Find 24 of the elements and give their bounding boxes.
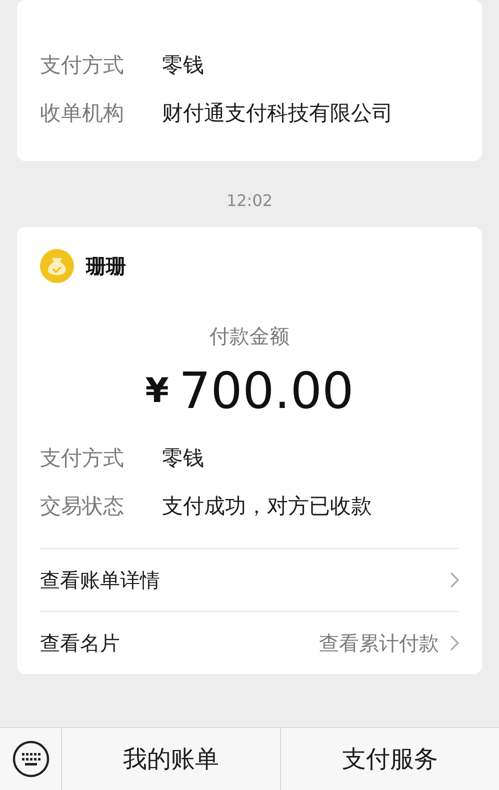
amount-label: 付款金额 — [210, 323, 290, 350]
payee-name: 珊珊 — [86, 252, 126, 280]
link-label: 查看账单详情 — [40, 566, 161, 594]
menu-button[interactable]: 我的账单 — [62, 728, 281, 790]
currency-symbol: ¥ — [145, 371, 169, 411]
chevron-right-icon — [449, 634, 459, 652]
keyboard-icon — [12, 740, 50, 778]
field-label: 交易状态 — [40, 493, 125, 520]
link-label: 查看名片 — [40, 630, 121, 656]
detail-link[interactable]: 查看名片 查看累计付款 — [40, 611, 459, 674]
detail-link[interactable]: 查看账单详情 — [40, 548, 459, 611]
menu-button[interactable]: 支付服务 — [281, 728, 499, 790]
field-value: 零钱 — [162, 445, 204, 472]
money-bag-icon — [40, 249, 74, 283]
link-extra: 查看累计付款 — [319, 630, 439, 656]
field-value: 支付成功，对方已收款 — [162, 493, 372, 520]
field-value: 零钱 — [162, 52, 204, 79]
field-value: 财付通支付科技有限公司 — [162, 100, 393, 127]
timestamp: 12:02 — [226, 191, 273, 210]
payment-amount: 700.00 — [178, 362, 354, 420]
field-label: 收单机构 — [40, 100, 125, 127]
chevron-right-icon — [449, 571, 459, 589]
field-label: 支付方式 — [40, 52, 125, 79]
field-label: 支付方式 — [40, 445, 125, 472]
